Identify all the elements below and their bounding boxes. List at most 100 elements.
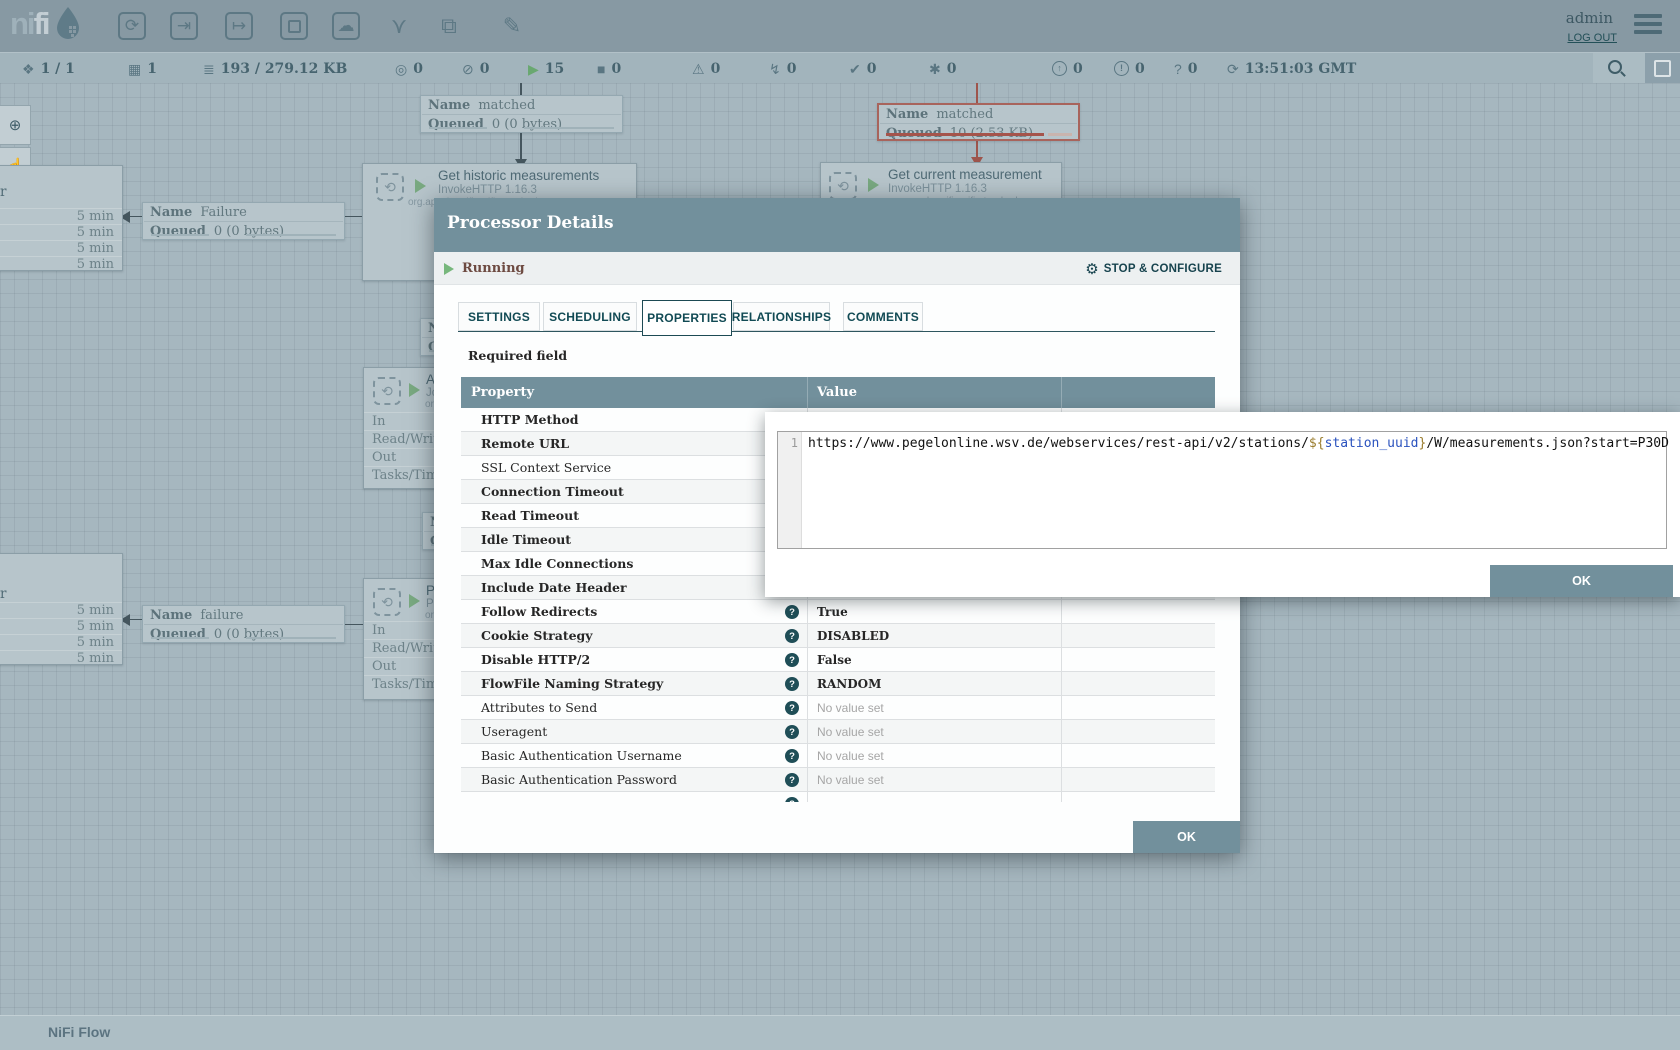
navigate-button[interactable]: ⊕ (0, 105, 31, 145)
help-icon[interactable]: ? (785, 797, 799, 802)
name-value: Failure (200, 205, 246, 220)
connection-line (342, 624, 363, 625)
nifi-droplet-icon (55, 6, 81, 40)
tab-properties[interactable]: PROPERTIES (642, 300, 732, 336)
stat-duration: 5 min (77, 257, 114, 272)
expression-editor[interactable]: 1 https://www.pegelonline.wsv.de/webserv… (777, 431, 1667, 549)
connection-line (520, 83, 522, 95)
processor-icon: ⟲ (373, 377, 401, 405)
property-row[interactable]: Follow Redirects?True (461, 600, 1215, 624)
property-row[interactable]: Cookie Strategy? DISABLED (461, 624, 1215, 648)
disabled-components-icon: ↯ (769, 62, 781, 76)
property-row[interactable]: FlowFile Naming Strategy?RANDOM (461, 672, 1215, 696)
help-icon[interactable]: ? (785, 677, 799, 691)
tab-settings[interactable]: SETTINGS (458, 302, 540, 331)
search-icon[interactable] (1608, 60, 1622, 74)
template-icon[interactable]: ⧉ (435, 12, 463, 40)
sync-failure-versioned-icon: ? (1174, 62, 1182, 76)
column-divider (807, 744, 808, 767)
remote-url-value[interactable]: https://www.pegelonline.wsv.de/webservic… (808, 436, 1669, 451)
property-row[interactable]: Basic Authentication Password?No value s… (461, 768, 1215, 792)
nifi-logo-text: fi (34, 6, 49, 41)
processor[interactable]: r5 min5 min5 min5 min (0, 553, 123, 665)
help-icon[interactable]: ? (785, 653, 799, 667)
tab-comments[interactable]: COMMENTS (843, 302, 923, 331)
global-menu-icon[interactable] (1634, 14, 1662, 34)
process-group-icon[interactable] (280, 12, 308, 40)
stop-and-configure-button[interactable]: ⚙ STOP & CONFIGURE (1085, 260, 1222, 278)
name-value: matched (936, 107, 993, 122)
input-port-icon[interactable]: ⇥ (170, 12, 198, 40)
help-icon[interactable]: ? (785, 605, 799, 619)
logout-link[interactable]: LOG OUT (1567, 32, 1617, 44)
dialog-header: Processor Details (434, 198, 1240, 252)
processor-icon: ⟲ (373, 588, 401, 616)
column-divider (807, 624, 808, 647)
operate-palette-icon (1654, 60, 1671, 77)
property-value: DISABLED (817, 629, 889, 643)
refresh-icon[interactable]: ⟳ (1227, 62, 1239, 76)
status-item-transmitting-ports: ◎0 (395, 53, 423, 84)
queued-value: 0 (0 bytes) (492, 117, 562, 132)
help-icon[interactable]: ? (785, 725, 799, 739)
connection-label[interactable]: NamematchedQueued10 (2.53 KB) (877, 103, 1080, 141)
help-icon[interactable]: ? (785, 749, 799, 763)
editor-ok-button[interactable]: OK (1490, 565, 1673, 597)
processor[interactable]: r5 min5 min5 min5 min (0, 165, 123, 271)
tab-relationships[interactable]: RELATIONSHIPS (733, 302, 830, 331)
column-divider-2 (1061, 648, 1062, 671)
status-value-stopped-components: 0 (611, 61, 621, 77)
help-icon[interactable]: ? (785, 773, 799, 787)
tab-scheduling[interactable]: SCHEDULING (543, 302, 637, 331)
property-row[interactable]: Useragent?No value set (461, 720, 1215, 744)
queued-percent-bar (886, 133, 1044, 136)
status-item-active-threads: ▦1 (128, 53, 157, 84)
status-item-invalid-components: ⚠0 (692, 53, 720, 84)
dialog-ok-button[interactable]: OK (1133, 821, 1240, 853)
status-item-clustered-nodes: ❖1 / 1 (22, 53, 75, 84)
locally-modified-stale-icon: ! (1114, 61, 1129, 76)
processor-type: InvokeHTTP 1.16.3 (438, 184, 537, 196)
help-icon[interactable]: ? (785, 629, 799, 643)
column-divider (807, 696, 808, 719)
property-row[interactable]: Disable HTTP/2?False (461, 648, 1215, 672)
connection-label[interactable]: NameFailureQueued0 (0 bytes) (142, 202, 345, 240)
last-refreshed: ⟳ 13:51:03 GMT (1227, 53, 1356, 84)
operate-palette-button[interactable] (1645, 53, 1680, 84)
run-triangle-icon (409, 594, 420, 608)
queued-label: Queued (428, 117, 484, 132)
breadcrumb[interactable]: NiFi Flow (48, 1024, 110, 1040)
processor-bundle: or (425, 399, 434, 410)
value-column-header: Value (807, 385, 857, 400)
flow-status-bar: ❖1 / 1▦1≣193 / 279.12 KB◎0⊘0▶15■0⚠0↯0✔0✱… (0, 52, 1680, 83)
connection-name-row: Namematched (421, 96, 622, 114)
app-header: nifi ⟳⇥↦☁⋎⧉✎ admin LOG OUT (0, 0, 1680, 52)
label-icon[interactable]: ✎ (498, 12, 526, 40)
status-value-not-transmitting-ports: 0 (480, 61, 490, 77)
connection-name-row: NameFailure (143, 203, 344, 221)
property-row[interactable]: Attributes to Send?No value set (461, 696, 1215, 720)
dialog-status-row: Running ⚙ STOP & CONFIGURE (434, 252, 1240, 285)
breadcrumb-bar: NiFi Flow (0, 1015, 1680, 1050)
connection-label[interactable]: NamefailureQueued0 (0 bytes) (142, 605, 345, 643)
stop-configure-label: STOP & CONFIGURE (1104, 263, 1222, 275)
funnel-icon[interactable]: ⋎ (385, 12, 413, 40)
active-threads-icon: ▦ (128, 62, 141, 76)
help-icon[interactable]: ? (785, 701, 799, 715)
status-value-queued-flowfiles: 193 / 279.12 KB (221, 61, 348, 77)
property-row[interactable]: ? (461, 792, 1215, 802)
status-item-queued-flowfiles: ≣193 / 279.12 KB (203, 53, 347, 84)
column-divider (807, 768, 808, 791)
connection-line (130, 216, 142, 217)
remote-process-group-icon[interactable]: ☁ (332, 12, 360, 40)
property-row[interactable]: Basic Authentication Username?No value s… (461, 744, 1215, 768)
status-value-invalid-components: 0 (711, 61, 721, 77)
processor-icon[interactable]: ⟳ (118, 12, 146, 40)
property-name: Cookie Strategy (461, 628, 593, 643)
connection-label[interactable]: Namematched Queued 0 (0 bytes) (420, 95, 623, 133)
stat-duration: 5 min (77, 619, 114, 634)
property-value-unset: No value set (817, 773, 884, 787)
property-name: Idle Timeout (461, 532, 571, 547)
output-port-icon[interactable]: ↦ (225, 12, 253, 40)
status-value-running-components: 15 (545, 61, 564, 77)
